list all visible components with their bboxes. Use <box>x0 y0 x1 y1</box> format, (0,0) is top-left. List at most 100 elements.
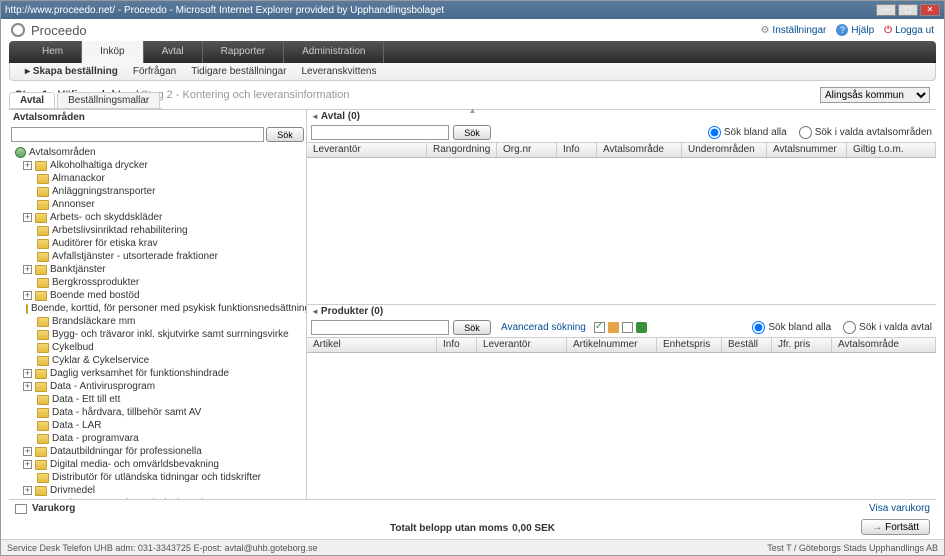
tab-avtal[interactable]: Avtal <box>9 92 55 108</box>
status-right: Test T / Göteborgs Stads Upphandlings AB <box>767 543 938 553</box>
tree-item[interactable]: Annonser <box>13 198 302 211</box>
expand-icon[interactable]: + <box>23 291 32 300</box>
list-view-icon[interactable] <box>622 322 633 333</box>
statusbar: Service Desk Telefon UHB adm: 031-334372… <box>1 539 944 555</box>
tree-item[interactable]: +Digital media- och omvärldsbevakning <box>13 458 302 471</box>
logout-link[interactable]: Logga ut <box>884 24 934 36</box>
tree-item[interactable]: Cykelbud <box>13 341 302 354</box>
category-tree[interactable]: Avtalsområden+Alkoholhaltiga dryckerAlma… <box>9 144 306 499</box>
expand-icon[interactable]: + <box>23 265 32 274</box>
maximize-button[interactable]: ▢ <box>898 4 918 16</box>
tree-item[interactable]: Data - hårdvara, tillbehör samt AV <box>13 406 302 419</box>
expand-icon[interactable]: + <box>23 213 32 222</box>
subnav-forfragan[interactable]: Förfrågan <box>133 66 176 77</box>
avtal-radio-all[interactable]: Sök bland alla <box>708 126 787 139</box>
expand-icon[interactable]: + <box>23 486 32 495</box>
advanced-search-link[interactable]: Avancerad sökning <box>501 322 586 333</box>
step2-label: Steg 2 - Kontering och leveransinformati… <box>141 89 350 101</box>
expand-icon[interactable]: + <box>23 382 32 391</box>
tree-item[interactable]: +Datautbildningar för professionella <box>13 445 302 458</box>
tree-item[interactable]: Data - Ett till ett <box>13 393 302 406</box>
status-left: Service Desk Telefon UHB adm: 031-334372… <box>7 543 318 553</box>
checkbox-icon[interactable] <box>594 322 605 333</box>
tree-item[interactable]: Data - LAR <box>13 419 302 432</box>
tree-item[interactable]: +Boende med bostöd <box>13 289 302 302</box>
folder-icon <box>37 226 49 236</box>
tree-item[interactable]: Distributör för utländska tidningar och … <box>13 471 302 484</box>
tree-item[interactable]: Anläggningstransporter <box>13 185 302 198</box>
folder-icon <box>35 291 47 301</box>
cart-footer: Varukorg Visa varukorg <box>9 499 936 517</box>
subnav-create[interactable]: Skapa beställning <box>25 66 118 77</box>
nav-hem[interactable]: Hem <box>24 41 82 63</box>
nav-rapporter[interactable]: Rapporter <box>203 41 284 63</box>
nav-avtal[interactable]: Avtal <box>144 41 203 63</box>
drag-handle-icon[interactable]: ▲ <box>463 109 483 115</box>
tree-item[interactable]: Bergkrossprodukter <box>13 276 302 289</box>
tree-item[interactable]: +Banktjänster <box>13 263 302 276</box>
tree-item[interactable]: Data - programvara <box>13 432 302 445</box>
expand-icon[interactable]: + <box>23 161 32 170</box>
cart-icon <box>15 504 27 514</box>
folder-icon <box>35 161 47 171</box>
folder-icon <box>35 213 47 223</box>
tree-item[interactable]: Bygg- och trävaror inkl. skjutvirke samt… <box>13 328 302 341</box>
tree-item[interactable]: Almanackor <box>13 172 302 185</box>
folder-icon <box>26 304 28 314</box>
folder-icon <box>35 447 47 457</box>
folder-icon <box>35 265 47 275</box>
tree-item[interactable]: Arbetslivsinriktad rehabilitering <box>13 224 302 237</box>
settings-link[interactable]: Inställningar <box>760 24 826 36</box>
tree-item[interactable]: +Daglig verksamhet för funktionshindrade <box>13 367 302 380</box>
produkter-radio-all[interactable]: Sök bland alla <box>752 321 831 334</box>
show-cart-link[interactable]: Visa varukorg <box>869 503 930 514</box>
kommun-select[interactable]: Alingsås kommun <box>820 87 930 103</box>
tree-root[interactable]: Avtalsområden <box>13 146 302 159</box>
tree-item[interactable]: Auditörer för etiska krav <box>13 237 302 250</box>
avtal-radio-selected[interactable]: Sök i valda avtalsområden <box>799 126 932 139</box>
tree-item[interactable]: Avfallstjänster - utsorterade fraktioner <box>13 250 302 263</box>
tree-item[interactable]: Däck, regummering och däckservice <box>13 497 302 499</box>
produkter-radio-selected[interactable]: Sök i valda avtal <box>843 321 932 334</box>
folder-icon <box>35 486 47 496</box>
produkter-search-input[interactable] <box>311 320 449 335</box>
avtal-search-input[interactable] <box>311 125 449 140</box>
thumbnail-view-icon[interactable] <box>608 322 619 333</box>
avtal-search-button[interactable]: Sök <box>453 125 491 140</box>
folder-icon <box>37 252 49 262</box>
expand-icon[interactable]: + <box>23 447 32 456</box>
tree-search-button[interactable]: Sök <box>266 127 304 142</box>
folder-icon <box>35 382 47 392</box>
tree-item[interactable]: +Data - Antivirusprogram <box>13 380 302 393</box>
continue-button[interactable]: Fortsätt <box>861 519 930 535</box>
window-titlebar: http://www.proceedo.net/ - Proceedo - Mi… <box>1 1 944 19</box>
tree-item[interactable]: Boende, korttid, för personer med psykis… <box>13 302 302 315</box>
subnav-tidigare[interactable]: Tidigare beställningar <box>191 66 286 77</box>
avtal-grid-header: Leverantör Rangordning Org.nr Info Avtal… <box>307 142 936 158</box>
help-link[interactable]: Hjälp <box>836 24 874 36</box>
tree-item[interactable]: +Drivmedel <box>13 484 302 497</box>
folder-icon <box>37 395 49 405</box>
tree-item[interactable]: Cyklar & Cykelservice <box>13 354 302 367</box>
expand-icon[interactable]: + <box>23 460 32 469</box>
tab-bestallningsmallar[interactable]: Beställningsmallar <box>57 92 160 108</box>
tree-search-input[interactable] <box>11 127 264 142</box>
tree-item[interactable]: +Alkoholhaltiga drycker <box>13 159 302 172</box>
left-pane-title: Avtalsområden <box>9 110 306 125</box>
nav-admin[interactable]: Administration <box>284 41 384 63</box>
logout-icon <box>884 25 892 36</box>
total-footer: Totalt belopp utan moms 0,00 SEK Fortsät… <box>9 517 936 539</box>
tree-item[interactable]: +Arbets- och skyddskläder <box>13 211 302 224</box>
main-nav: Hem Inköp Avtal Rapporter Administration <box>9 41 936 63</box>
expand-icon[interactable]: + <box>23 369 32 378</box>
minimize-button[interactable]: — <box>876 4 896 16</box>
globe-icon <box>15 147 26 158</box>
folder-icon <box>37 473 49 483</box>
close-button[interactable]: ✕ <box>920 4 940 16</box>
produkter-search-button[interactable]: Sök <box>453 320 491 335</box>
subnav-leverans[interactable]: Leveranskvittens <box>301 66 376 77</box>
tree-item[interactable]: Brandsläckare mm <box>13 315 302 328</box>
nav-inkop[interactable]: Inköp <box>82 41 143 63</box>
cart-label: Varukorg <box>32 503 75 514</box>
export-excel-icon[interactable] <box>636 322 647 333</box>
